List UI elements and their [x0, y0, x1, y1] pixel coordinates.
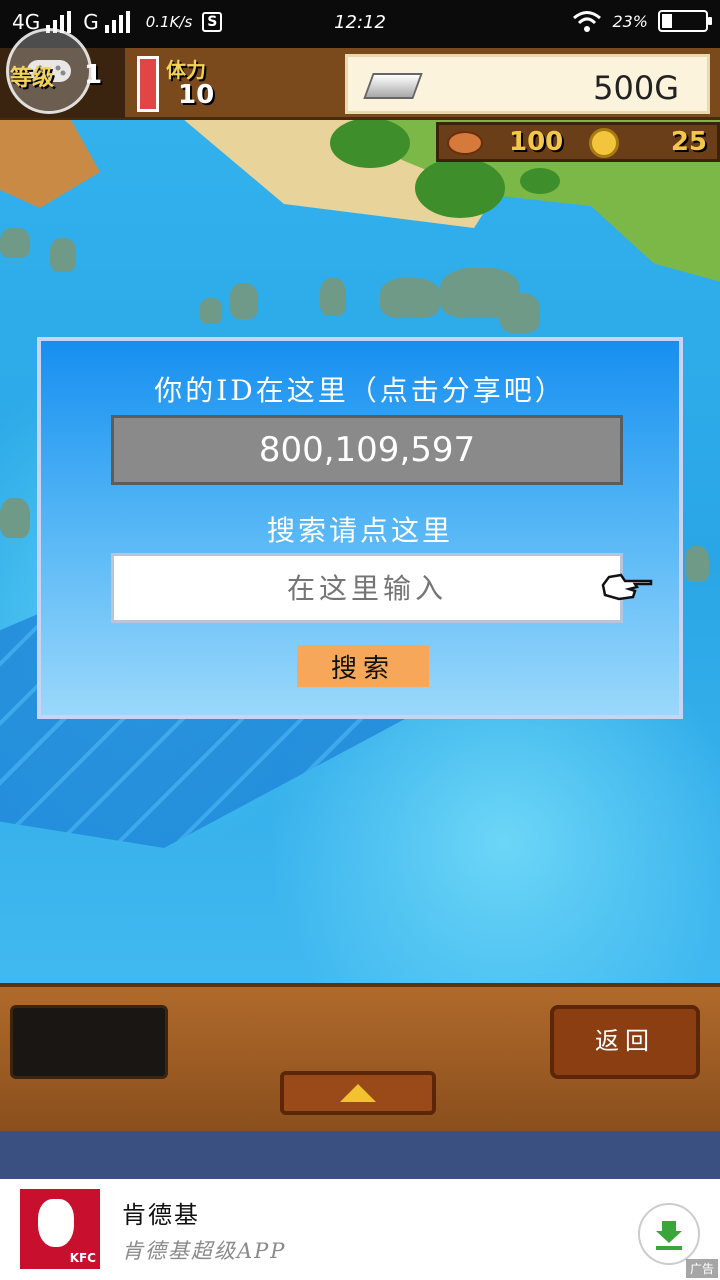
rock [320, 278, 346, 316]
info-slot [10, 1005, 168, 1079]
kfc-logo-text: KFC [69, 1251, 96, 1265]
ad-banner[interactable]: KFC 肯德基 肯德基超级APP 广告 [0, 1179, 720, 1280]
stamina-bar [137, 56, 159, 112]
rock [230, 283, 258, 319]
top-hud: 等级 1 体力 10 500G [0, 48, 720, 120]
stamina-value: 10 [178, 80, 215, 110]
status-right: 23% [572, 10, 712, 32]
search-button[interactable]: 搜索 [297, 645, 429, 687]
bush [520, 168, 560, 194]
player-id-box[interactable]: 800,109,597 [111, 415, 623, 485]
ad-tag: 广告 [685, 1259, 718, 1278]
silver-ingot-icon [363, 73, 423, 99]
kfc-logo: KFC [20, 1189, 100, 1269]
dialog-title: 你的ID在这里（点击分享吧） [154, 374, 566, 407]
rock [50, 238, 76, 272]
food-value: 100 [509, 127, 564, 157]
coin-icon [589, 128, 619, 158]
dock [0, 118, 100, 208]
meat-icon [447, 131, 483, 155]
back-button[interactable]: 返回 [550, 1005, 700, 1079]
expand-button[interactable] [280, 1071, 436, 1115]
coin-value: 25 [670, 127, 707, 157]
gold-value: 500G [593, 69, 679, 107]
resource-bar: 100 25 [436, 122, 720, 162]
wifi-icon [573, 11, 602, 32]
search-input[interactable] [111, 553, 623, 623]
status-bar: 4G G 0.1K/s S 12:12 23% [0, 0, 720, 48]
rock [0, 228, 30, 258]
bush [415, 158, 505, 218]
battery-icon [658, 10, 712, 32]
rock [500, 293, 540, 333]
stamina-label: 体力 [166, 58, 206, 82]
up-arrow-icon [340, 1084, 376, 1102]
rock [0, 498, 30, 538]
download-icon [656, 1221, 682, 1250]
download-button[interactable] [638, 1203, 700, 1265]
ad-title: 肯德基 [122, 1201, 200, 1229]
id-dialog: 你的ID在这里（点击分享吧） 800,109,597 搜索请点这里 搜索 [37, 337, 683, 719]
bottom-panel: 返回 [0, 983, 720, 1131]
level-label: 等级 [10, 66, 55, 91]
divider-strip [0, 1131, 720, 1179]
pointing-hand-icon [601, 573, 653, 601]
search-label: 搜索请点这里 [266, 514, 453, 547]
rock [200, 298, 222, 324]
battery-percent: 23% [612, 11, 648, 31]
ad-subtitle: 肯德基超级APP [122, 1239, 287, 1263]
gold-display: 500G [345, 54, 710, 114]
bush [330, 118, 410, 168]
colonel-face-icon [38, 1199, 74, 1247]
rock [380, 278, 440, 318]
rock [685, 546, 709, 582]
